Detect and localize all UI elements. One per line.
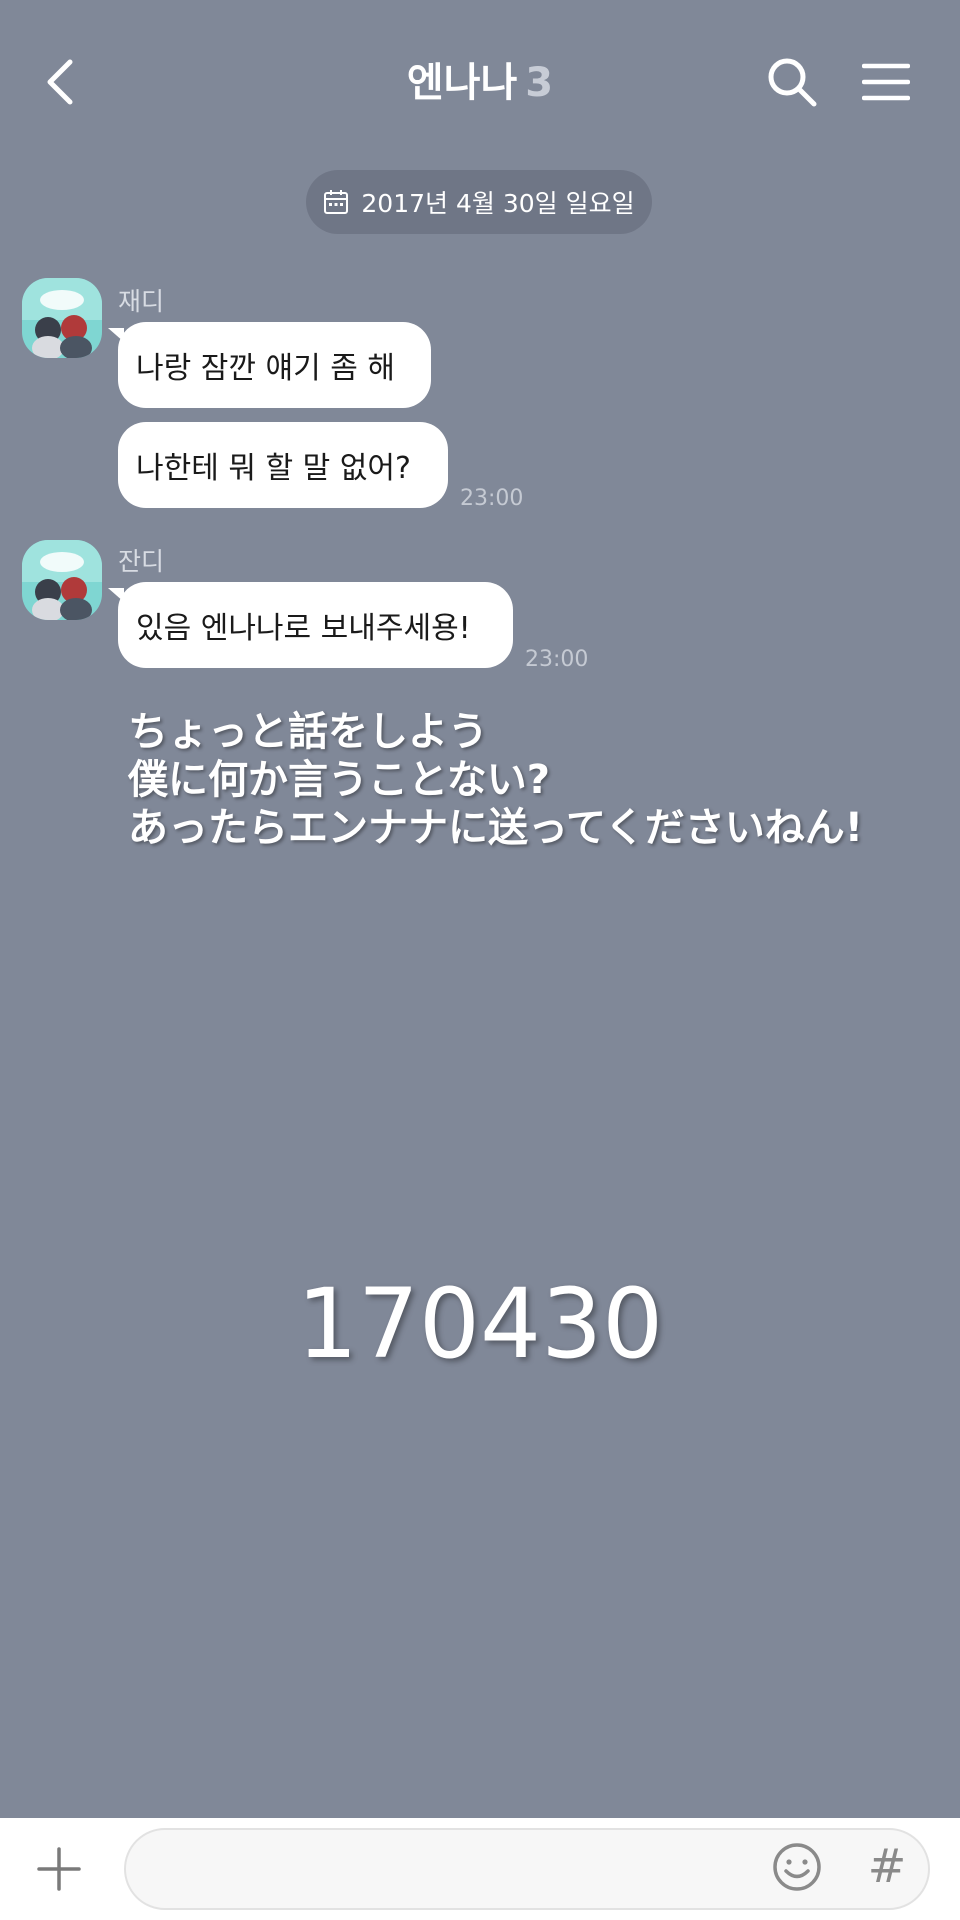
overlay-caption: ちょっと話をしよう 僕に何か言うことない? あったらエンナナに送ってくださいねん… — [128, 708, 863, 852]
hashtag-icon[interactable]: # — [864, 1836, 910, 1896]
message-input-bar: # — [0, 1818, 960, 1920]
message-bubble[interactable]: 있음 엔나나로 보내주세용! — [108, 582, 513, 668]
date-label: 2017년 4월 30일 일요일 — [361, 189, 635, 218]
sender-name: 재디 — [118, 287, 165, 316]
message-input[interactable] — [150, 1830, 774, 1910]
avatar[interactable] — [22, 540, 102, 620]
search-button[interactable] — [766, 56, 818, 108]
caption-line: 僕に何か言うことない? — [128, 757, 551, 803]
hamburger-menu-icon — [861, 63, 911, 101]
caption-line: あったらエンナナに送ってくださいねん! — [128, 805, 864, 851]
member-count: 3 — [525, 60, 554, 106]
calendar-icon — [324, 190, 349, 214]
avatar[interactable] — [22, 278, 102, 358]
emoji-icon — [773, 1843, 821, 1891]
chat-name: 엔나나 — [406, 60, 518, 106]
avatar-image — [22, 540, 102, 620]
search-icon — [768, 58, 817, 107]
chat-header: 엔나나 3 — [0, 0, 960, 166]
message-time: 23:00 — [460, 486, 524, 511]
caption-line: ちょっと話をしよう — [128, 709, 488, 755]
message-time: 23:00 — [525, 647, 589, 672]
menu-button[interactable] — [861, 62, 911, 102]
add-button[interactable] — [36, 1846, 82, 1892]
message-bubble[interactable]: 나한테 뭐 할 말 없어? — [118, 422, 448, 508]
message-bubble[interactable]: 나랑 잠깐 얘기 좀 해 — [108, 322, 431, 408]
sender-name: 잔디 — [118, 547, 165, 576]
date-divider: 2017년 4월 30일 일요일 — [306, 170, 652, 234]
plus-icon — [37, 1847, 81, 1891]
avatar-image — [22, 278, 102, 358]
overlay-date-number: 170430 — [296, 1268, 664, 1380]
emoji-button[interactable] — [772, 1842, 822, 1892]
